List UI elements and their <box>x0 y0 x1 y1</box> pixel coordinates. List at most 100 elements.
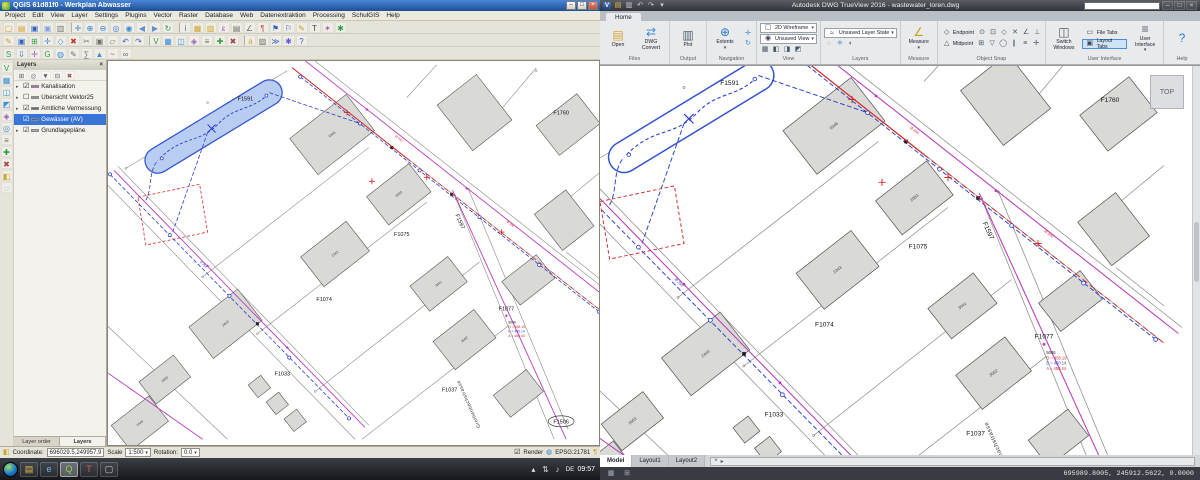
labeling-icon[interactable]: a <box>244 35 256 46</box>
zoom-last-icon[interactable]: ◀ <box>136 22 148 33</box>
raster-calc-icon[interactable]: ∑ <box>81 48 93 59</box>
epsg-code[interactable]: EPSG:21781 <box>555 450 590 456</box>
clock[interactable]: 09:57 <box>577 466 595 473</box>
coordinate-field[interactable]: 696029.5,249957.9 <box>47 448 105 457</box>
tray-network-icon[interactable]: ⇅ <box>541 464 550 475</box>
catalog-icon[interactable]: ◌ <box>1 182 13 193</box>
expander-icon[interactable] <box>16 106 21 112</box>
view-iso-icon[interactable]: ◧ <box>771 45 781 54</box>
add-wms-layer-icon[interactable]: ◈ <box>1 110 13 121</box>
layer-opacity-icon[interactable]: ▨ <box>257 35 269 46</box>
schulgis-tool-icon[interactable]: S <box>3 48 15 59</box>
identify-icon[interactable]: i <box>179 22 191 33</box>
view-front-icon[interactable]: ◨ <box>782 45 792 54</box>
new-shapefile-icon[interactable]: ✚ <box>214 35 226 46</box>
qat-plot-icon[interactable]: ▥ <box>625 1 634 10</box>
undo-icon[interactable]: ↶ <box>120 35 132 46</box>
layer-freeze-icon[interactable]: ✳ <box>835 39 845 48</box>
qgis-menu-8[interactable]: Database <box>205 12 233 19</box>
layer-checkbox[interactable]: ☑ <box>23 105 29 113</box>
qat-dropdown-icon[interactable]: ▾ <box>658 1 667 10</box>
qat-undo-icon[interactable]: ↶ <box>636 1 645 10</box>
qat-open-icon[interactable]: ▤ <box>614 1 623 10</box>
remove-layer-icon[interactable]: ✖ <box>227 35 239 46</box>
new-project-icon[interactable]: ▢ <box>3 22 15 33</box>
add-wfs-layer-icon[interactable]: ◎ <box>1 122 13 133</box>
qgis-map-canvas[interactable] <box>107 60 600 446</box>
panel-close-icon[interactable] <box>99 62 103 68</box>
snap-nearest-icon[interactable]: ▽ <box>987 39 997 48</box>
add-spatialite-icon[interactable]: ◩ <box>1 98 13 109</box>
interpolation-icon[interactable]: ▲ <box>94 48 106 59</box>
add-delimited-icon[interactable]: ≡ <box>201 35 213 46</box>
tab-layout1[interactable]: Layout1 <box>632 455 668 467</box>
layer-on-icon[interactable]: ○ <box>824 39 834 48</box>
qgis-menu-1[interactable]: Edit <box>32 12 43 19</box>
measure-button[interactable]: ∠ Measure <box>904 25 934 51</box>
add-raster-layer-icon[interactable]: ▦ <box>1 74 13 85</box>
command-bar[interactable]: × ▸ <box>710 457 1195 466</box>
layer-checkbox[interactable]: ☑ <box>23 127 29 135</box>
layer-item-grundlageplaene[interactable]: ☑ Grundlagepläne <box>14 125 106 136</box>
decoration-icon[interactable]: ✶ <box>322 22 334 33</box>
select-icon[interactable]: ▦ <box>192 22 204 33</box>
layer-item-kanalisation[interactable]: ☑ Kanalisation <box>14 81 106 92</box>
qgis-menu-2[interactable]: View <box>50 12 64 19</box>
add-wms-icon[interactable]: ◈ <box>188 35 200 46</box>
tab-model[interactable]: Model <box>600 455 632 467</box>
python-console-icon[interactable]: ≫ <box>270 35 282 46</box>
maximize-button[interactable]: □ <box>1174 1 1185 10</box>
dwg-convert-button[interactable]: ⇄ DWG Convert <box>636 25 666 51</box>
layer-visibility-icon[interactable]: ◎ <box>29 71 39 80</box>
snap-extension-icon[interactable]: ∠ <box>1021 28 1031 37</box>
qgis-menu-9[interactable]: Web <box>240 12 253 19</box>
new-layer-icon[interactable]: ✚ <box>1 146 13 157</box>
layer-checkbox[interactable]: ☑ <box>23 83 29 91</box>
tab-home[interactable]: Home <box>606 13 641 21</box>
extents-button[interactable]: ⊕ Extents <box>710 25 740 51</box>
plot-button[interactable]: ▥ Plot <box>673 28 703 49</box>
join-tool-icon[interactable]: ∞ <box>120 48 132 59</box>
show-bookmarks-icon[interactable]: ⚐ <box>283 22 295 33</box>
snap-parallel-icon[interactable]: ∥ <box>1009 39 1019 48</box>
save-as-icon[interactable]: ▣ <box>42 22 54 33</box>
layer-state-combo[interactable]: ≈ Unsaved Layer State <box>824 28 897 38</box>
scale-combo[interactable]: 1:500 <box>125 448 151 457</box>
delete-selected-icon[interactable]: ✖ <box>68 35 80 46</box>
save-edits-icon[interactable]: ▣ <box>16 35 28 46</box>
qgis-menu-0[interactable]: Project <box>5 12 25 19</box>
plugin-icon[interactable]: ✱ <box>335 22 347 33</box>
expander-icon[interactable] <box>16 128 21 134</box>
maximize-button[interactable]: □ <box>577 1 587 10</box>
log-messages-icon[interactable]: ◧ <box>3 448 10 457</box>
text-annotation-icon[interactable]: T <box>309 22 321 33</box>
redo-icon[interactable]: ↷ <box>133 35 145 46</box>
tab-layout2[interactable]: Layout2 <box>669 455 705 467</box>
tab-layer-order[interactable]: Layer order <box>14 437 60 446</box>
taskbar-qgis-icon[interactable]: Q <box>60 462 78 477</box>
snap-intersection-icon[interactable]: ✕ <box>1010 28 1020 37</box>
taskbar-explorer-icon[interactable]: ▤ <box>20 462 38 477</box>
snap-apparent-icon[interactable]: ≡ <box>1020 39 1030 48</box>
crs-globe-icon[interactable]: ◍ <box>546 448 552 457</box>
zoom-layer-icon[interactable]: ◉ <box>123 22 135 33</box>
qgis-menu-10[interactable]: Datenextraktion <box>260 12 306 19</box>
minimize-button[interactable]: – <box>1162 1 1173 10</box>
snap-perpendicular-icon[interactable]: ⊥ <box>1032 28 1042 37</box>
settings-icon[interactable]: ✱ <box>283 35 295 46</box>
minimize-button[interactable]: – <box>566 1 576 10</box>
add-postgis-icon[interactable]: ◫ <box>175 35 187 46</box>
expander-icon[interactable] <box>16 84 21 90</box>
qgis-menu-6[interactable]: Vector <box>154 12 172 19</box>
infocenter-search-input[interactable] <box>1084 2 1160 10</box>
remove-layer-group-icon[interactable]: ✖ <box>65 71 75 80</box>
visual-style-combo[interactable]: ▢ 2D Wireframe <box>760 23 817 33</box>
paste-icon[interactable]: ▱ <box>107 35 119 46</box>
node-tool-icon[interactable]: ◇ <box>55 35 67 46</box>
named-view-combo[interactable]: ◉ Unsaved View <box>760 34 817 44</box>
qgis-menu-11[interactable]: Processing <box>313 12 345 19</box>
qgis-menu-12[interactable]: SchulGIS <box>352 12 379 19</box>
daten-export-icon[interactable]: ⇩ <box>16 48 28 59</box>
rotation-spinner[interactable]: 0.0 <box>181 448 200 457</box>
snap-insertion-icon[interactable]: ⊞ <box>976 39 986 48</box>
